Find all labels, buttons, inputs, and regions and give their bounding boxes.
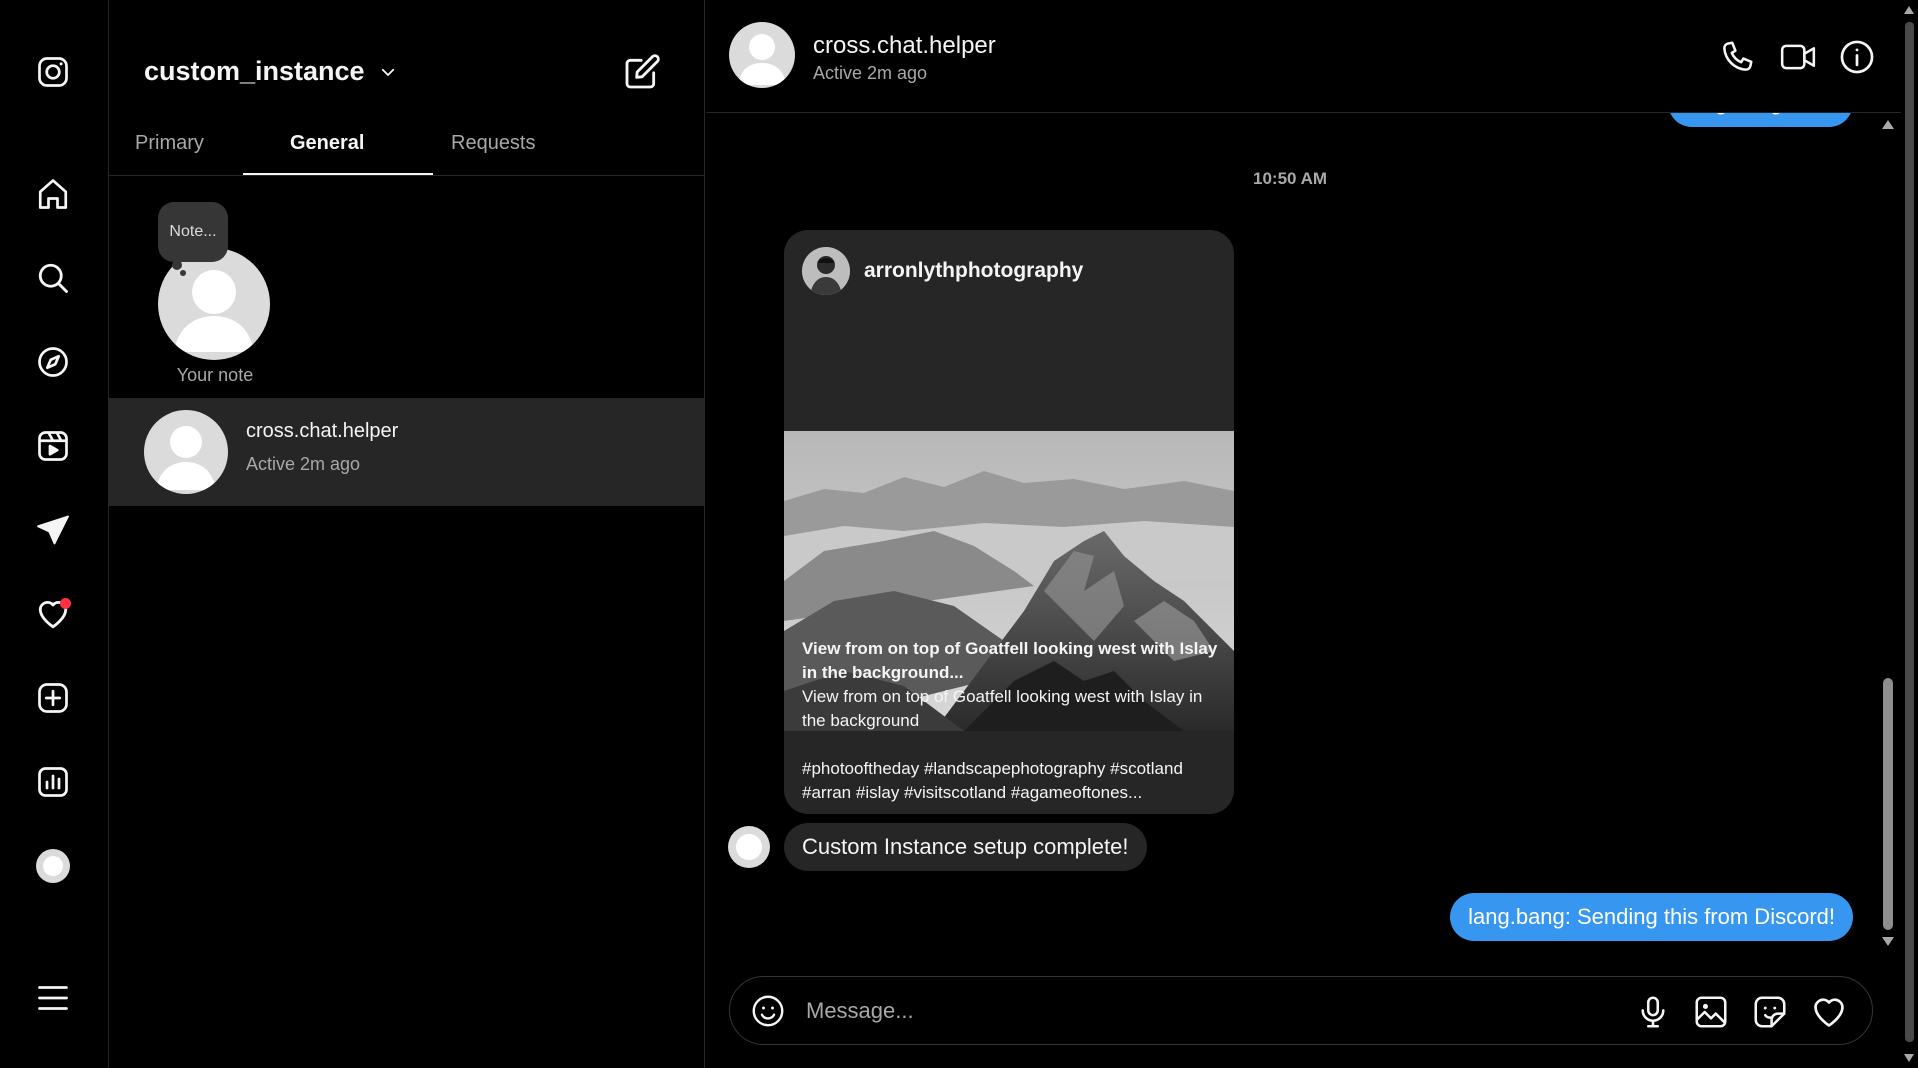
thread-status: Active 2m ago [246,454,361,474]
notification-dot [60,598,71,609]
instagram-logo-icon[interactable] [33,52,73,92]
search-icon[interactable] [33,258,73,298]
sticker-icon[interactable] [1751,993,1789,1031]
menu-icon[interactable] [33,978,73,1018]
tab-requests[interactable]: Requests [451,132,536,155]
chat-contact-name[interactable]: cross.chat.helper [813,32,996,60]
inbox-panel: custom_instance Primary General Requests… [109,0,705,1068]
profile-avatar[interactable] [33,846,73,886]
page-scrollbar-thumb[interactable] [1905,22,1914,1042]
explore-icon[interactable] [33,342,73,382]
note-bubble-tail-small [180,270,186,276]
reels-icon[interactable] [33,426,73,466]
active-tab-indicator [243,173,433,175]
your-note[interactable]: Note... Your note [149,200,279,390]
account-name: custom_instance [144,56,365,86]
tab-general[interactable]: General [290,132,364,155]
nav-rail [0,0,109,1068]
photo-icon[interactable] [1692,993,1730,1031]
messages-icon[interactable] [33,510,73,550]
shared-post-hashtags: #photooftheday #landscapephotography #sc… [802,759,1183,802]
chat-contact-status: Active 2m ago [813,63,928,83]
page-scroll-down-arrow[interactable] [1904,1054,1914,1062]
inbox-tabs: Primary General Requests [109,112,705,176]
dashboard-icon[interactable] [33,762,73,802]
shared-post-card[interactable]: arronlythphotography View from on top of… [784,230,1234,814]
shared-post-title: View from on top of Goatfell looking wes… [802,639,1218,682]
note-bubble-tail [172,260,182,270]
message-composer [729,976,1873,1045]
page-scrollbar[interactable] [1901,0,1918,1068]
page-scroll-up-arrow[interactable] [1904,6,1914,14]
shared-post-caption: View from on top of Goatfell looking wes… [802,637,1222,805]
account-switcher[interactable]: custom_instance [144,56,397,87]
chat-contact-avatar[interactable] [729,22,795,88]
home-icon[interactable] [33,174,73,214]
shared-post-username: arronlythphotography [864,259,1084,282]
conversation-info-icon[interactable] [1838,38,1878,78]
notifications-icon[interactable] [33,594,73,634]
outgoing-message[interactable]: lang.bang: cool [1667,113,1853,127]
thread-avatar [144,410,228,494]
your-note-caption: Your note [176,365,254,385]
message-scrollbar[interactable] [1876,113,1900,953]
scroll-down-arrow[interactable] [1882,937,1894,946]
incoming-message[interactable]: Custom Instance setup complete! [784,823,1147,871]
chat-panel: cross.chat.helper Active 2m ago lang.ban… [706,0,1901,1068]
phone-call-icon[interactable] [1718,38,1758,78]
scroll-up-arrow[interactable] [1882,120,1894,129]
create-icon[interactable] [33,678,73,718]
sender-avatar[interactable] [728,826,770,868]
message-list[interactable]: lang.bang: cool 10:50 AM arronlythphotog… [706,113,1876,953]
microphone-icon[interactable] [1634,993,1672,1031]
thread-name: cross.chat.helper [246,420,399,442]
shared-post-header: arronlythphotography [802,247,1083,295]
tab-primary[interactable]: Primary [135,132,204,155]
chevron-down-icon [381,68,394,76]
shared-post-body: View from on top of Goatfell looking wes… [802,687,1203,730]
chat-header: cross.chat.helper Active 2m ago [706,0,1901,113]
video-call-icon[interactable] [1778,38,1818,78]
like-heart-icon[interactable] [1810,993,1848,1031]
message-input[interactable] [806,992,1606,1030]
shared-post-author-avatar [802,247,850,295]
emoji-icon[interactable] [750,993,786,1029]
scrollbar-thumb[interactable] [1883,678,1893,930]
message-timestamp: 10:50 AM [1253,169,1328,188]
thread-item[interactable]: cross.chat.helper Active 2m ago [109,398,705,506]
compose-icon[interactable] [622,52,662,92]
outgoing-message[interactable]: lang.bang: Sending this from Discord! [1450,893,1853,941]
note-bubble[interactable]: Note... [158,202,228,262]
